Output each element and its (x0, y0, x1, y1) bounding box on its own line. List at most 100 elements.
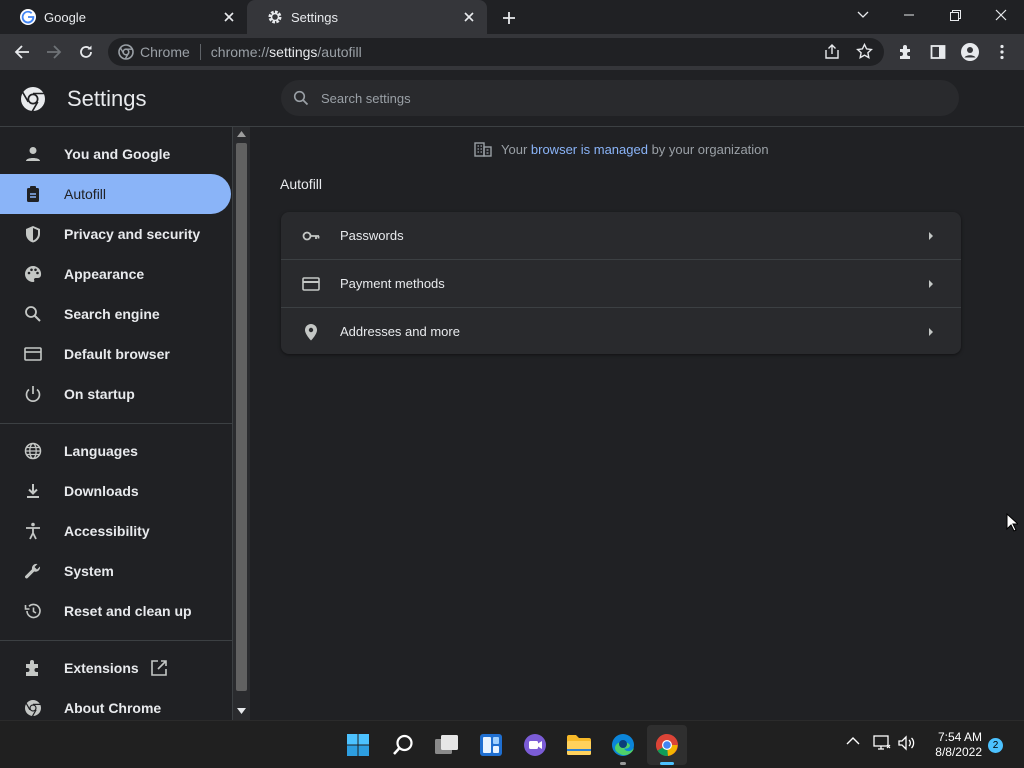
url-text[interactable]: chrome://settings/autofill (211, 44, 362, 60)
volume-icon[interactable] (898, 735, 916, 751)
sidebar-item-label: Reset and clean up (64, 603, 192, 619)
puzzle-icon (26, 660, 38, 676)
arrow-right-icon (929, 328, 933, 336)
chrome-icon (656, 734, 678, 757)
sidebar-item-on-startup[interactable]: On startup (0, 374, 231, 414)
kebab-menu-icon (1000, 44, 1004, 60)
arrow-left-icon (14, 45, 29, 59)
sidebar-item-reset-and-clean-up[interactable]: Reset and clean up (0, 591, 231, 631)
sidebar-item-label: Downloads (64, 483, 139, 499)
chat-icon (524, 734, 546, 756)
edge-button[interactable] (603, 725, 643, 765)
teams-chat-button[interactable] (515, 725, 555, 765)
show-hidden-icons-button[interactable] (846, 736, 860, 746)
browser-window-icon (24, 347, 42, 361)
sidebar-item-search-engine[interactable]: Search engine (0, 294, 231, 334)
url-scheme: chrome:// (210, 44, 270, 60)
row-label: Payment methods (340, 275, 445, 291)
profile-button[interactable] (958, 40, 982, 64)
menu-button[interactable] (990, 40, 1014, 64)
chrome-taskbar-button[interactable] (647, 725, 687, 765)
reload-button[interactable] (74, 40, 98, 64)
settings-header: Settings Search settings (0, 70, 1024, 127)
sidebar-item-autofill[interactable]: Autofill (0, 174, 231, 214)
scroll-thumb[interactable] (236, 143, 247, 691)
sidebar-item-privacy-and-security[interactable]: Privacy and security (0, 214, 231, 254)
addresses-row[interactable]: Addresses and more (281, 307, 961, 354)
arrow-right-icon (929, 232, 933, 240)
minimize-button[interactable] (886, 0, 932, 30)
share-icon[interactable] (824, 44, 840, 60)
sidebar-item-appearance[interactable]: Appearance (0, 254, 231, 294)
taskbar-clock[interactable]: 7:54 AM 8/8/2022 (920, 730, 982, 760)
tab-title: Settings (291, 9, 338, 25)
windows-taskbar: 7:54 AM 8/8/2022 2 (0, 720, 1024, 768)
key-icon (302, 231, 320, 241)
widgets-icon (480, 734, 502, 756)
managed-notice-prefix: Your (501, 141, 531, 157)
row-label: Passwords (340, 228, 404, 243)
chrome-icon (25, 700, 41, 717)
search-icon (293, 90, 309, 106)
sidebar-item-default-browser[interactable]: Default browser (0, 334, 231, 374)
sidebar-item-label: You and Google (64, 146, 171, 162)
close-tab-icon[interactable] (461, 9, 477, 25)
sidebar-item-label: Accessibility (64, 523, 150, 539)
address-bar[interactable]: Chrome chrome://settings/autofill (108, 38, 884, 66)
task-view-button[interactable] (427, 725, 467, 765)
power-icon (25, 386, 41, 402)
autofill-card: Passwords Payment methods Addresses and … (281, 212, 961, 354)
restore-button[interactable] (932, 0, 978, 30)
row-label: Addresses and more (340, 323, 460, 339)
search-settings-field[interactable]: Search settings (281, 80, 959, 116)
arrow-right-icon (929, 280, 933, 288)
new-tab-button[interactable] (498, 7, 520, 29)
tab-search-button[interactable] (840, 0, 886, 30)
payment-methods-row[interactable]: Payment methods (281, 259, 961, 306)
tab-settings[interactable]: Settings (247, 0, 487, 34)
tab-google[interactable]: Google (0, 0, 247, 34)
shield-icon (26, 226, 40, 243)
back-button[interactable] (10, 40, 34, 64)
sidebar-scrollbar[interactable] (233, 127, 250, 720)
managed-notice-suffix: by your organization (647, 141, 769, 157)
extensions-button[interactable] (894, 40, 918, 64)
sidebar-item-downloads[interactable]: Downloads (0, 471, 231, 511)
sidebar-item-extensions[interactable]: Extensions (0, 648, 231, 688)
forward-button[interactable] (42, 40, 66, 64)
start-button[interactable] (338, 725, 378, 765)
notification-badge[interactable]: 2 (988, 738, 1003, 753)
minimize-icon (904, 14, 914, 16)
bookmark-star-icon[interactable] (856, 43, 873, 60)
sidebar-divider (0, 423, 232, 424)
sidebar-item-you-and-google[interactable]: You and Google (0, 134, 231, 174)
taskbar-search-button[interactable] (383, 725, 423, 765)
sidebar-item-label: Autofill (64, 186, 107, 202)
network-icon[interactable] (873, 735, 891, 751)
sidebar-item-accessibility[interactable]: Accessibility (0, 511, 231, 551)
accessibility-icon (26, 522, 40, 540)
running-indicator (620, 762, 626, 765)
arrow-right-icon (47, 45, 62, 59)
side-panel-button[interactable] (926, 40, 950, 64)
chrome-logo-icon (20, 86, 46, 112)
close-tab-icon[interactable] (221, 9, 237, 25)
active-indicator (660, 762, 674, 765)
wrench-icon (25, 563, 41, 579)
file-explorer-button[interactable] (559, 725, 599, 765)
browser-managed-link[interactable]: browser is managed (531, 142, 648, 157)
scroll-down-icon (237, 708, 246, 714)
mouse-cursor-icon (1006, 513, 1018, 532)
folder-icon (567, 735, 591, 755)
sidebar-item-system[interactable]: System (0, 551, 231, 591)
chrome-icon (118, 44, 134, 60)
search-input[interactable]: Search settings (321, 91, 411, 106)
sidebar-item-label: About Chrome (64, 700, 162, 716)
widgets-button[interactable] (471, 725, 511, 765)
sidebar-item-label: Languages (64, 443, 138, 459)
passwords-row[interactable]: Passwords (281, 212, 961, 259)
omnibox-separator (199, 44, 201, 60)
close-window-button[interactable] (978, 0, 1024, 30)
gear-icon (267, 9, 283, 25)
sidebar-item-languages[interactable]: Languages (0, 431, 231, 471)
